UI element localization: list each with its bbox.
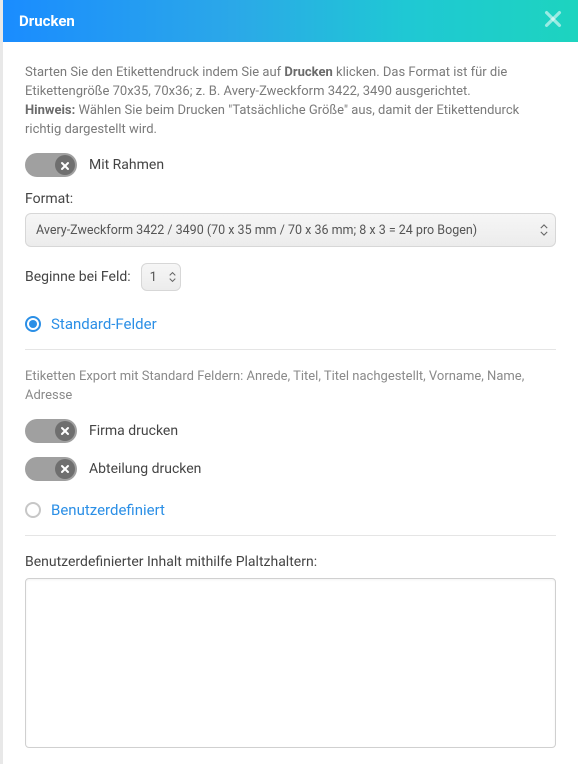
toggle-row-department: Abteilung drucken	[25, 457, 556, 481]
format-select-wrap: Avery-Zweckform 3422 / 3490 (70 x 35 mm …	[25, 213, 556, 247]
format-select[interactable]: Avery-Zweckform 3422 / 3490 (70 x 35 mm …	[25, 213, 556, 247]
x-icon	[60, 421, 70, 440]
toggle-mit-rahmen[interactable]	[25, 153, 77, 177]
x-icon	[60, 459, 70, 478]
toggle-knob	[55, 155, 75, 175]
radio-icon-checked	[25, 316, 41, 332]
modal-title: Drucken	[19, 12, 75, 30]
toggle-knob	[55, 421, 75, 441]
radio-icon-unchecked	[25, 502, 41, 518]
close-icon	[542, 8, 564, 34]
custom-content-textarea[interactable]	[25, 578, 556, 748]
radio-custom[interactable]: Benutzerdefiniert	[25, 501, 556, 519]
toggle-label-company: Firma drucken	[89, 423, 178, 439]
begin-field-label: Beginne bei Feld:	[25, 269, 131, 285]
modal-header: Drucken	[3, 0, 578, 42]
toggle-knob	[55, 459, 75, 479]
divider	[25, 535, 556, 536]
begin-field-value: 1	[150, 270, 157, 285]
radio-standard[interactable]: Standard-Felder	[25, 315, 556, 333]
toggle-firma-drucken[interactable]	[25, 419, 77, 443]
modal-body: Starten Sie den Etikettendruck indem Sie…	[3, 42, 578, 764]
intro-strong: Drucken	[284, 65, 332, 80]
x-icon	[60, 156, 70, 175]
close-button[interactable]	[540, 8, 566, 34]
begin-field-select[interactable]: 1	[141, 263, 181, 291]
begin-field-row: Beginne bei Feld: 1	[25, 263, 556, 291]
divider	[25, 349, 556, 350]
begin-field-select-wrap: 1	[141, 263, 181, 291]
toggle-row-frame: Mit Rahmen	[25, 153, 556, 177]
intro-text: Starten Sie den Etikettendruck indem Sie…	[25, 64, 556, 139]
intro-part1: Starten Sie den Etikettendruck indem Sie…	[25, 65, 284, 80]
custom-content-label: Benutzerdefinierter Inhalt mithilfe Plal…	[25, 554, 556, 570]
toggle-label-frame: Mit Rahmen	[89, 157, 164, 173]
radio-label-standard: Standard-Felder	[51, 315, 157, 333]
toggle-abteilung-drucken[interactable]	[25, 457, 77, 481]
format-label: Format:	[25, 191, 556, 207]
intro-hint-text: Wählen Sie beim Drucken "Tatsächliche Gr…	[25, 103, 519, 137]
standard-fields-help: Etiketten Export mit Standard Feldern: A…	[25, 368, 556, 404]
format-value: Avery-Zweckform 3422 / 3490 (70 x 35 mm …	[36, 223, 477, 238]
toggle-label-department: Abteilung drucken	[89, 461, 201, 477]
print-modal: Drucken Starten Sie den Etikettendruck i…	[0, 0, 578, 764]
radio-label-custom: Benutzerdefiniert	[51, 501, 165, 519]
toggle-row-company: Firma drucken	[25, 419, 556, 443]
intro-hint-label: Hinweis:	[25, 103, 75, 118]
